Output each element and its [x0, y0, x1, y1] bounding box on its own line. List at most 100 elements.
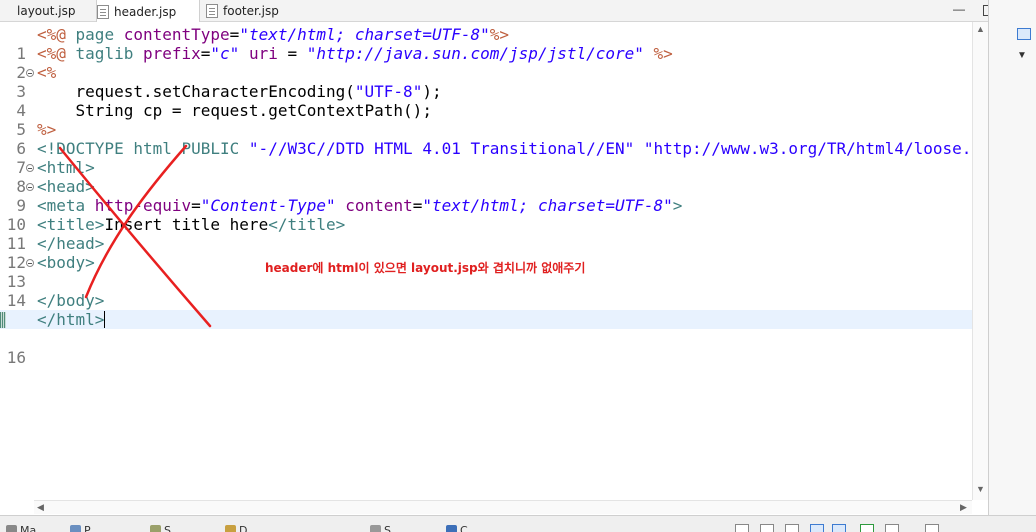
- console-icon: [446, 525, 457, 532]
- code-line-2: 2 <%@ taglib prefix="c" uri = "http://ja…: [0, 44, 972, 82]
- attribute-value: "text/html; charset=UTF-8": [239, 25, 490, 44]
- fold-toggle-icon[interactable]: [26, 164, 34, 172]
- toolbar-icon[interactable]: [832, 524, 846, 532]
- directive-close: %>: [643, 44, 673, 63]
- scroll-right-icon[interactable]: ▶: [960, 502, 967, 513]
- tab-console[interactable]: C: [446, 524, 468, 532]
- equals-sign: =: [412, 196, 423, 215]
- tab-label: layout.jsp: [17, 4, 76, 18]
- tab-label: D: [239, 524, 248, 532]
- scroll-left-icon[interactable]: ◀: [37, 502, 44, 513]
- code-line-1: 1 <%@ page contentType="text/html; chars…: [0, 25, 972, 63]
- tab-markers[interactable]: Ma: [6, 524, 36, 532]
- toolbar-icon[interactable]: [885, 524, 899, 532]
- attribute-name: contentType: [123, 25, 230, 44]
- tab-label: S: [384, 524, 391, 532]
- doctype-string: "http://www.w3.org/TR/html4/loose.dtd": [643, 139, 1010, 158]
- change-marker-icon: [0, 312, 6, 328]
- code-line-10: 10 <meta http-equiv="Content-Type" conte…: [0, 196, 972, 234]
- scroll-down-icon[interactable]: ▼: [976, 484, 985, 494]
- tab-label: S: [164, 524, 171, 532]
- chevron-down-icon[interactable]: ▼: [1017, 50, 1027, 61]
- attribute-value: "c": [210, 44, 240, 63]
- toolbar-icon[interactable]: [735, 524, 749, 532]
- toolbar-icon[interactable]: [760, 524, 774, 532]
- servers-icon: [150, 525, 161, 532]
- restore-view-icon[interactable]: [1017, 28, 1031, 40]
- jsp-file-icon: [97, 4, 109, 19]
- code-line-3: 3 <%: [0, 63, 972, 101]
- code-line-5: 5 String cp = request.getContextPath();: [0, 101, 972, 139]
- tab-label: P: [84, 524, 91, 532]
- properties-icon: [70, 525, 81, 532]
- tab-label: C: [460, 524, 468, 532]
- html-tag: >: [672, 196, 683, 215]
- html-tag: <html>: [37, 158, 95, 177]
- code-line-9: 9 <head>: [0, 177, 972, 215]
- directive-close: %>: [489, 25, 510, 44]
- equals-sign: =: [287, 44, 307, 63]
- attribute-name: http-equiv: [85, 196, 192, 215]
- attribute-name: content: [335, 196, 413, 215]
- tab-label: Ma: [20, 524, 37, 532]
- directive-open: <%@: [37, 25, 66, 44]
- html-tag: </body>: [37, 291, 105, 310]
- html-tag: </html>: [37, 310, 105, 329]
- attribute-value: "Content-Type": [200, 196, 336, 215]
- tab-servers[interactable]: S: [150, 524, 171, 532]
- toolbar-icon[interactable]: [860, 524, 874, 532]
- code-line-8: 8 <html>: [0, 158, 972, 196]
- scroll-up-icon[interactable]: ▲: [976, 24, 985, 34]
- code-line-7: 7 <!DOCTYPE html PUBLIC "-//W3C//DTD HTM…: [0, 139, 1019, 177]
- directive-keyword: page: [65, 25, 124, 44]
- editor-tab-bar: layout.jsp header.jsp footer.jsp —: [0, 0, 1036, 23]
- toolbar-icon[interactable]: [925, 524, 939, 532]
- code-line-12: 12 </head>: [0, 234, 972, 272]
- tab-data-source[interactable]: D: [225, 524, 247, 532]
- doctype-string: "-//W3C//DTD HTML 4.01 Transitional//EN": [248, 139, 635, 158]
- directive-keyword: taglib: [65, 44, 143, 63]
- code-line-16: 16 </html>: [0, 310, 972, 367]
- code-line-6: 6 %>: [0, 120, 972, 158]
- fold-toggle-icon[interactable]: [26, 259, 34, 267]
- vertical-scrollbar[interactable]: ▲ ▼: [972, 22, 988, 500]
- html-tag: <meta: [37, 196, 86, 215]
- bottom-views-bar: Ma P S D S C: [0, 515, 1036, 532]
- annotation-note: header에 html이 있으면 layout.jsp와 겹치니까 없애주기: [265, 261, 586, 275]
- java-code: String cp = request.getContextPath();: [37, 101, 432, 120]
- html-tag: <head>: [37, 177, 95, 196]
- attribute-name: prefix: [142, 44, 201, 63]
- toolbar-icon[interactable]: [810, 524, 824, 532]
- tab-header-jsp[interactable]: header.jsp: [96, 0, 200, 23]
- line-number: 16: [6, 348, 26, 367]
- minimize-icon[interactable]: —: [952, 3, 966, 17]
- outline-side-panel: ▼: [988, 0, 1036, 515]
- tab-footer-jsp[interactable]: footer.jsp: [206, 0, 296, 22]
- tab-label: footer.jsp: [223, 4, 279, 18]
- equals-sign: =: [200, 44, 211, 63]
- tab-layout-jsp[interactable]: layout.jsp: [0, 0, 88, 22]
- snippets-icon: [370, 525, 381, 532]
- equals-sign: =: [229, 25, 240, 44]
- html-tag: <body>: [37, 253, 95, 272]
- data-source-icon: [225, 525, 236, 532]
- directive-open: <%@: [37, 44, 66, 63]
- tab-label: header.jsp: [114, 4, 177, 19]
- toolbar-icon[interactable]: [785, 524, 799, 532]
- scriptlet-close: %>: [37, 120, 57, 139]
- title-text: Insert title here: [104, 215, 269, 234]
- fold-toggle-icon[interactable]: [26, 183, 34, 191]
- code-line-15: 15 </body>: [0, 291, 972, 329]
- tab-snippets[interactable]: S: [370, 524, 391, 532]
- scriptlet-open: <%: [37, 63, 57, 82]
- tab-properties[interactable]: P: [70, 524, 91, 532]
- horizontal-scrollbar[interactable]: ◀ ▶: [34, 500, 972, 514]
- code-line-11: 11 <title>Insert title here</title>: [0, 215, 972, 253]
- fold-toggle-icon[interactable]: [26, 69, 34, 77]
- html-tag: </head>: [37, 234, 105, 253]
- java-string: "UTF-8": [354, 82, 423, 101]
- equals-sign: =: [191, 196, 201, 215]
- java-code: request.setCharacterEncoding(: [37, 82, 355, 101]
- html-tag: <title>: [37, 215, 105, 234]
